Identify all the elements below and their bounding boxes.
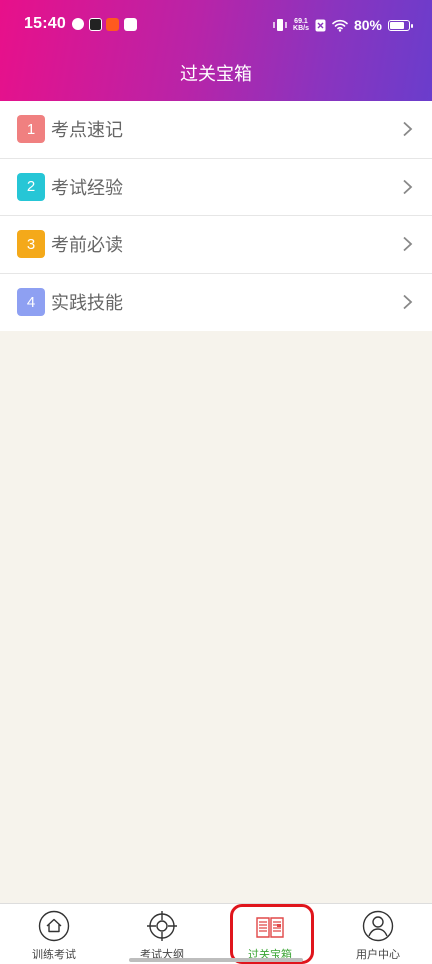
tab-training-exam[interactable]: 训练考试 [0,904,108,964]
chevron-right-icon [403,179,413,194]
net-speed-value: 69.1 [294,18,308,25]
battery-icon [388,19,413,31]
item-number-badge: 1 [17,115,45,144]
item-number-badge: 2 [17,172,45,201]
sim-icon [315,19,326,31]
list-item-label: 考点速记 [51,120,123,142]
chevron-right-icon [403,122,413,137]
highlight-box [230,904,314,964]
tab-user-center[interactable]: 用户中心 [324,904,432,964]
list-item-label: 考试经验 [51,177,123,199]
battery-percent: 80% [353,17,382,33]
net-speed: 69.1 KB/s [293,18,309,32]
wifi-icon [332,19,348,32]
menu-list: 1 考点速记 2 考试经验 3 考前必读 4 实践技能 [0,101,432,331]
list-item-label: 考前必读 [51,235,123,257]
list-item-4[interactable]: 4 实践技能 [0,274,432,332]
bottom-tab-bar: 训练考试 考试大纲 过关宝箱 用户中心 [0,903,432,964]
shopping-app-icon [106,18,119,31]
status-time: 15:40 [24,15,66,32]
vibrate-icon [273,19,287,31]
list-item-label: 实践技能 [51,293,123,315]
page-title: 过关宝箱 [180,64,252,85]
list-item-2[interactable]: 2 考试经验 [0,159,432,216]
net-speed-unit: KB/s [293,25,309,32]
mail-app-icon [124,18,137,31]
list-item-1[interactable]: 1 考点速记 [0,101,432,159]
home-indicator[interactable] [129,958,303,962]
tab-label: 用户中心 [356,948,400,961]
status-bar: 15:40 69.1 KB/s 80% [0,0,432,48]
tab-label: 训练考试 [32,948,76,961]
tab-exam-outline[interactable]: 考试大纲 [108,904,216,964]
chevron-right-icon [403,295,413,310]
header: 15:40 69.1 KB/s 80% 过关宝箱 [0,0,432,101]
target-icon [147,911,177,941]
list-item-3[interactable]: 3 考前必读 [0,216,432,274]
item-number-badge: 4 [17,288,45,317]
home-icon [38,910,70,942]
video-app-icon [89,18,102,31]
app-notification-icon [72,18,84,30]
status-right: 69.1 KB/s 80% [273,14,413,36]
item-number-badge: 3 [17,230,45,259]
user-icon [362,910,394,942]
chevron-right-icon [403,237,413,252]
